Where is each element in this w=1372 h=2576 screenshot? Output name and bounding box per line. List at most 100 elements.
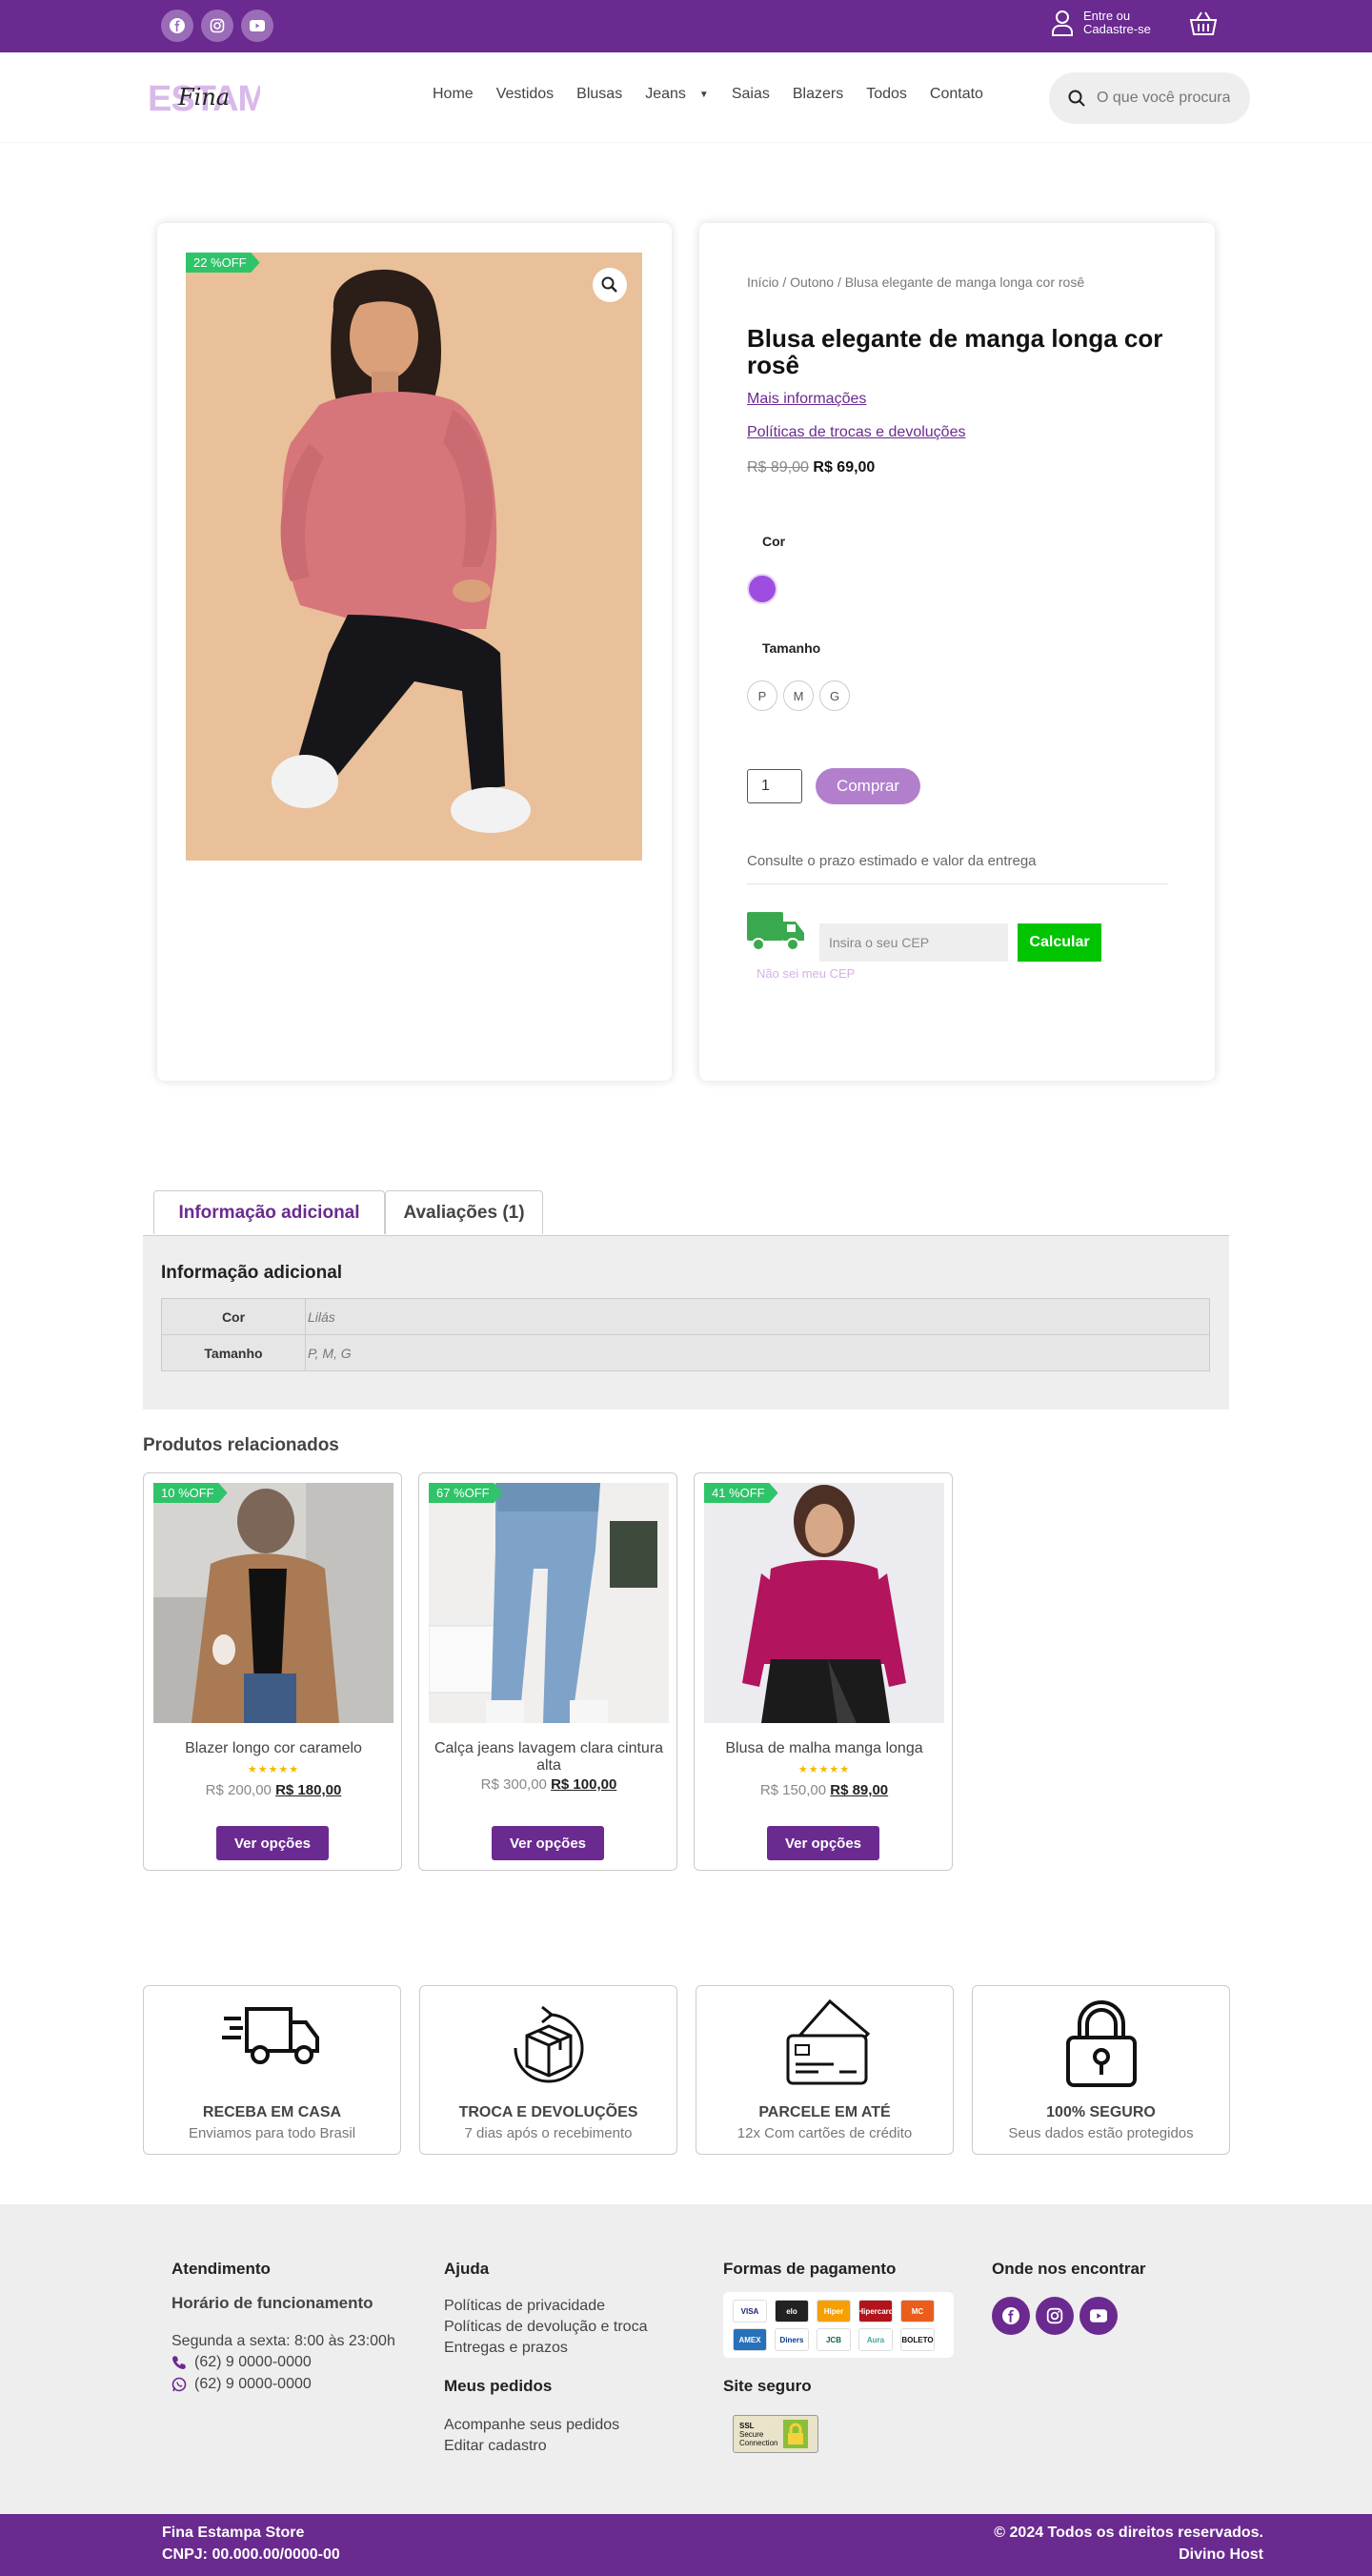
price-block: R$ 89,00 R$ 69,00 bbox=[747, 459, 875, 477]
delivery-truck-icon bbox=[747, 910, 806, 957]
feature-card-installments: PARCELE EM ATÉ 12x Com cartões de crédit… bbox=[696, 1985, 954, 2155]
footer-link-track-orders[interactable]: Acompanhe seus pedidos bbox=[444, 2415, 619, 2436]
footer-whatsapp[interactable]: (62) 9 0000-0000 bbox=[172, 2374, 312, 2395]
color-swatch-lilac[interactable] bbox=[747, 574, 777, 604]
nav-jeans[interactable]: Jeans ▼ bbox=[645, 86, 709, 103]
chevron-down-icon: ▼ bbox=[698, 89, 709, 100]
quantity-input[interactable]: 1 bbox=[747, 769, 802, 803]
size-option-p[interactable]: P bbox=[747, 680, 777, 711]
footer-social-links bbox=[992, 2297, 1118, 2335]
nav-home[interactable]: Home bbox=[433, 86, 474, 103]
attr-key: Cor bbox=[161, 1298, 306, 1335]
table-row: Tamanho P, M, G bbox=[161, 1334, 1210, 1371]
site-logo[interactable]: ESTAMPA Fina bbox=[146, 76, 314, 123]
nav-blazers[interactable]: Blazers bbox=[793, 86, 843, 103]
related-product-card[interactable]: 41 %OFF Blusa de malha manga longa ★★★★★… bbox=[694, 1472, 953, 1871]
feature-subtitle: Seus dados estão protegidos bbox=[1008, 2125, 1194, 2141]
old-price: R$ 300,00 bbox=[480, 1776, 547, 1793]
nav-vestidos[interactable]: Vestidos bbox=[496, 86, 554, 103]
more-info-link[interactable]: Mais informações bbox=[747, 391, 866, 408]
view-options-button[interactable]: Ver opções bbox=[767, 1826, 879, 1860]
footer-link-edit-profile[interactable]: Editar cadastro bbox=[444, 2436, 547, 2457]
main-nav: Home Vestidos Blusas Jeans ▼ Saias Blazer… bbox=[433, 86, 983, 103]
instagram-icon[interactable] bbox=[201, 10, 233, 42]
related-product-info: Blusa de malha manga longa ★★★★★ R$ 150,… bbox=[704, 1740, 944, 1799]
login-register-link[interactable]: Entre ou Cadastre-se bbox=[1051, 10, 1151, 36]
delivery-truck-icon bbox=[221, 2007, 319, 2064]
attributes-table: Cor Lilás Tamanho P, M, G bbox=[161, 1298, 1210, 1371]
store-name: Fina Estampa Store bbox=[162, 2525, 305, 2541]
size-option-m[interactable]: M bbox=[783, 680, 814, 711]
size-option-g[interactable]: G bbox=[819, 680, 850, 711]
related-product-card[interactable]: 67 %OFF Calça jeans lavagem clara cintur… bbox=[418, 1472, 677, 1871]
whatsapp-number: (62) 9 0000-0000 bbox=[194, 2376, 312, 2392]
top-bar: Entre ou Cadastre-se bbox=[0, 0, 1372, 52]
buy-button[interactable]: Comprar bbox=[816, 768, 920, 804]
footer-link-privacy[interactable]: Políticas de privacidade bbox=[444, 2296, 605, 2317]
product-thumbnail[interactable]: 67 %OFF bbox=[429, 1483, 669, 1723]
old-price: R$ 89,00 bbox=[747, 459, 809, 476]
product-name[interactable]: Blazer longo cor caramelo bbox=[153, 1740, 393, 1757]
old-price: R$ 150,00 bbox=[759, 1782, 827, 1798]
copyright: © 2024 Todos os direitos reservados. bbox=[994, 2525, 1263, 2541]
facebook-icon[interactable] bbox=[161, 10, 193, 42]
feature-subtitle: 12x Com cartões de crédito bbox=[736, 2125, 913, 2141]
panel-title: Informação adicional bbox=[161, 1263, 343, 1283]
tab-reviews[interactable]: Avaliações (1) bbox=[385, 1190, 543, 1234]
product-thumbnail[interactable]: 41 %OFF bbox=[704, 1483, 944, 1723]
youtube-icon[interactable] bbox=[241, 10, 273, 42]
view-options-button[interactable]: Ver opções bbox=[492, 1826, 604, 1860]
zoom-button[interactable] bbox=[593, 268, 627, 302]
ssl-line: SSL bbox=[739, 2421, 755, 2430]
nav-todos[interactable]: Todos bbox=[866, 86, 907, 103]
instagram-icon[interactable] bbox=[1036, 2297, 1074, 2335]
product-thumbnail[interactable]: 10 %OFF bbox=[153, 1483, 393, 1723]
feature-subtitle: Enviamos para todo Brasil bbox=[188, 2125, 356, 2141]
phone-icon bbox=[172, 2356, 186, 2369]
cart-basket-icon[interactable] bbox=[1189, 10, 1218, 42]
calculate-shipping-button[interactable]: Calcular bbox=[1018, 923, 1101, 962]
account-line-2: Cadastre-se bbox=[1083, 22, 1151, 36]
product-image[interactable]: 22 %OFF bbox=[186, 253, 642, 861]
facebook-icon[interactable] bbox=[992, 2297, 1030, 2335]
nav-blusas[interactable]: Blusas bbox=[576, 86, 622, 103]
padlock-icon bbox=[1065, 2000, 1137, 2087]
discount-badge: 22 %OFF bbox=[186, 253, 260, 273]
tab-additional-info[interactable]: Informação adicional bbox=[153, 1190, 385, 1234]
footer-link-delivery[interactable]: Entregas e prazos bbox=[444, 2338, 568, 2359]
mastercard-icon: MC bbox=[900, 2300, 935, 2322]
size-label: Tamanho bbox=[762, 640, 821, 656]
feature-title: 100% SEGURO bbox=[1046, 2104, 1156, 2120]
logo-script: Fina bbox=[177, 84, 230, 111]
store-cnpj: CNPJ: 00.000.00/0000-00 bbox=[162, 2546, 340, 2563]
nav-jeans-label: Jeans bbox=[645, 86, 686, 102]
footer-phone[interactable]: (62) 9 0000-0000 bbox=[172, 2352, 312, 2373]
tab-panel-additional-info: Informação adicional Cor Lilás Tamanho P… bbox=[143, 1235, 1229, 1410]
search-placeholder: O que você procura? bbox=[1097, 90, 1230, 106]
phone-number: (62) 9 0000-0000 bbox=[194, 2354, 312, 2370]
top-social-links bbox=[161, 10, 273, 42]
cep-input[interactable]: Insira o seu CEP bbox=[819, 923, 1008, 962]
old-price: R$ 200,00 bbox=[205, 1782, 272, 1798]
product-name[interactable]: Calça jeans lavagem clara cintura alta bbox=[429, 1740, 669, 1775]
footer-link-returns[interactable]: Políticas de devolução e troca bbox=[444, 2317, 647, 2338]
search-input[interactable]: O que você procura? bbox=[1049, 72, 1250, 124]
host-credit[interactable]: Divino Host bbox=[1179, 2546, 1263, 2564]
aura-icon: Aura bbox=[858, 2328, 893, 2351]
no-cep-link[interactable]: Não sei meu CEP bbox=[757, 966, 855, 981]
nav-contato[interactable]: Contato bbox=[930, 86, 983, 103]
related-product-card[interactable]: 10 %OFF Blazer longo cor caramelo ★★★★★ … bbox=[143, 1472, 402, 1871]
product-name[interactable]: Blusa de malha manga longa bbox=[704, 1740, 944, 1757]
related-product-info: Calça jeans lavagem clara cintura alta R… bbox=[429, 1740, 669, 1794]
nav-saias[interactable]: Saias bbox=[732, 86, 770, 103]
breadcrumb[interactable]: Início / Outono / Blusa elegante de mang… bbox=[747, 274, 1084, 290]
footer-col-find-us-title: Onde nos encontrar bbox=[992, 2260, 1146, 2278]
ssl-line: Secure bbox=[739, 2429, 764, 2439]
attr-value: P, M, G bbox=[305, 1334, 1210, 1371]
policies-link[interactable]: Políticas de trocas e devoluções bbox=[747, 424, 965, 441]
shipping-text: Consulte o prazo estimado e valor da ent… bbox=[747, 853, 1037, 869]
tab-additional-info-label: Informação adicional bbox=[178, 1202, 360, 1223]
rating-stars: ★★★★★ bbox=[797, 1764, 851, 1775]
youtube-icon[interactable] bbox=[1079, 2297, 1118, 2335]
view-options-button[interactable]: Ver opções bbox=[216, 1826, 329, 1860]
